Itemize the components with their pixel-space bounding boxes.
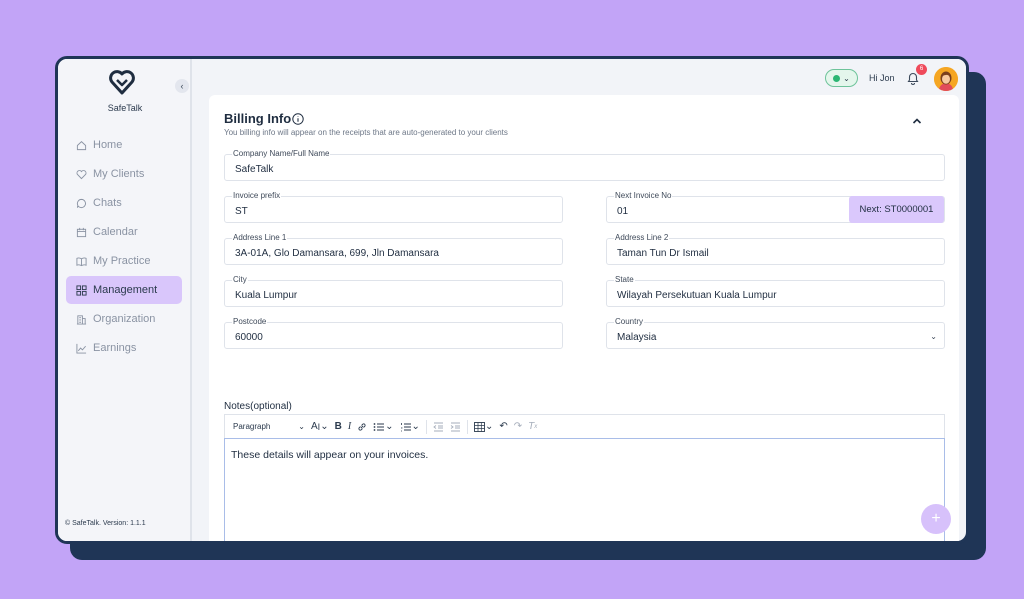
field-value: Malaysia <box>617 332 657 343</box>
online-status-dot <box>833 74 841 82</box>
sidebar-item-label: Earnings <box>93 342 137 354</box>
sidebar-item-label: Organization <box>93 313 156 325</box>
heart-icon <box>75 168 87 180</box>
field-label: Postcode <box>232 317 268 326</box>
sidebar-item-management[interactable]: Management <box>66 276 182 304</box>
sidebar-item-label: Chats <box>93 197 122 209</box>
sidebar: SafeTalk ‹ Home My Clients Chats Calenda… <box>58 59 192 541</box>
grid-icon <box>75 284 87 296</box>
toolbar-divider <box>425 419 427 434</box>
country-select[interactable]: Country Malaysia ⌄ <box>606 317 945 349</box>
font-size-icon[interactable]: A I ⌄ <box>311 418 329 436</box>
field-label: Invoice prefix <box>232 191 282 200</box>
address-line-1-field[interactable]: Address Line 1 3A-01A, Glo Damansara, 69… <box>224 233 563 265</box>
numbered-list-icon[interactable]: ⌄ <box>400 418 420 436</box>
notes-label: Notes(optional) <box>224 401 292 412</box>
next-invoice-button[interactable]: Next: ST0000001 <box>849 196 944 223</box>
postcode-field[interactable]: Postcode 60000 <box>224 317 563 349</box>
outdent-icon[interactable] <box>433 418 444 436</box>
bold-icon[interactable]: B <box>335 418 342 436</box>
company-name-field[interactable]: Company Name/Full Name SafeTalk <box>224 149 945 181</box>
sidebar-item-calendar[interactable]: Calendar <box>66 218 182 246</box>
italic-icon[interactable]: I <box>348 418 351 436</box>
sidebar-item-label: My Clients <box>93 168 145 180</box>
sidebar-item-organization[interactable]: Organization <box>66 305 182 333</box>
state-field[interactable]: State Wilayah Persekutuan Kuala Lumpur <box>606 275 945 307</box>
chart-icon <box>75 342 87 354</box>
info-icon[interactable] <box>292 113 304 125</box>
field-value: 3A-01A, Glo Damansara, 699, Jln Damansar… <box>235 248 439 259</box>
notes-editor-text: These details will appear on your invoic… <box>231 449 429 461</box>
paragraph-select[interactable]: Paragraph ⌄ <box>233 418 305 436</box>
billing-info-card: Billing Info You billing info will appea… <box>209 95 959 541</box>
calendar-icon <box>75 226 87 238</box>
user-greeting: Hi Jon <box>869 73 895 83</box>
link-icon[interactable] <box>357 418 367 436</box>
building-icon <box>75 313 87 325</box>
page-title: Billing Info <box>224 111 292 126</box>
sidebar-collapse-button[interactable]: ‹ <box>175 79 189 93</box>
field-value: ST <box>235 206 248 217</box>
app-window: SafeTalk ‹ Home My Clients Chats Calenda… <box>55 56 969 544</box>
version-text: © SafeTalk. Version: 1.1.1 <box>65 520 146 527</box>
field-label: Next Invoice No <box>614 191 673 200</box>
sidebar-item-label: My Practice <box>93 255 151 267</box>
book-icon <box>75 255 87 267</box>
plus-icon: + <box>931 510 941 527</box>
redo-icon[interactable]: ↷ <box>514 418 522 436</box>
editor-toolbar: Paragraph ⌄ A I ⌄ B I ⌄ ⌄ ⌄ ↶ ↷ T x <box>224 414 945 438</box>
table-icon[interactable]: ⌄ <box>473 418 493 436</box>
chevron-down-icon: ⌄ <box>843 73 850 83</box>
field-value: 01 <box>617 206 629 217</box>
field-label: Company Name/Full Name <box>232 149 331 158</box>
sidebar-item-home[interactable]: Home <box>66 131 182 159</box>
sidebar-item-chats[interactable]: Chats <box>66 189 182 217</box>
sidebar-nav: Home My Clients Chats Calendar My Practi… <box>66 131 182 363</box>
notification-badge: 6 <box>916 64 927 75</box>
field-label: Address Line 1 <box>232 233 288 242</box>
sidebar-item-my-practice[interactable]: My Practice <box>66 247 182 275</box>
city-field[interactable]: City Kuala Lumpur <box>224 275 563 307</box>
clear-format-icon[interactable]: Tx <box>528 418 537 436</box>
chevron-down-icon: ⌄ <box>298 422 305 431</box>
page-subtitle: You billing info will appear on the rece… <box>224 128 508 137</box>
sidebar-item-earnings[interactable]: Earnings <box>66 334 182 362</box>
safetalk-logo-icon[interactable] <box>108 69 136 95</box>
toolbar-divider <box>466 419 468 434</box>
indent-icon[interactable] <box>450 418 461 436</box>
notes-editor[interactable]: These details will appear on your invoic… <box>224 438 945 541</box>
address-line-2-field[interactable]: Address Line 2 Taman Tun Dr Ismail <box>606 233 945 265</box>
add-button[interactable]: + <box>921 504 951 534</box>
field-value: 60000 <box>235 332 263 343</box>
brand-name: SafeTalk <box>107 103 143 113</box>
invoice-prefix-field[interactable]: Invoice prefix ST <box>224 191 563 223</box>
sidebar-item-label: Management <box>93 284 158 296</box>
sidebar-item-label: Calendar <box>93 226 138 238</box>
top-bar: ⌄ Hi Jon 6 <box>194 59 966 95</box>
chevron-down-icon: ⌄ <box>930 332 937 341</box>
sidebar-item-my-clients[interactable]: My Clients <box>66 160 182 188</box>
status-toggle[interactable]: ⌄ <box>825 69 858 87</box>
sidebar-item-label: Home <box>93 139 123 151</box>
field-value: Kuala Lumpur <box>235 290 298 301</box>
field-value: Wilayah Persekutuan Kuala Lumpur <box>617 290 777 301</box>
field-label: Country <box>614 317 645 326</box>
paragraph-select-label: Paragraph <box>233 422 271 431</box>
chat-icon <box>75 197 87 209</box>
home-icon <box>75 139 87 151</box>
field-label: State <box>614 275 635 284</box>
bullet-list-icon[interactable]: ⌄ <box>373 418 394 436</box>
field-label: Address Line 2 <box>614 233 670 242</box>
avatar[interactable] <box>934 67 958 91</box>
undo-icon[interactable]: ↶ <box>499 418 507 436</box>
field-value: SafeTalk <box>235 164 274 175</box>
field-value: Taman Tun Dr Ismail <box>617 248 709 259</box>
chevron-up-icon[interactable] <box>911 115 923 127</box>
field-label: City <box>232 275 248 284</box>
